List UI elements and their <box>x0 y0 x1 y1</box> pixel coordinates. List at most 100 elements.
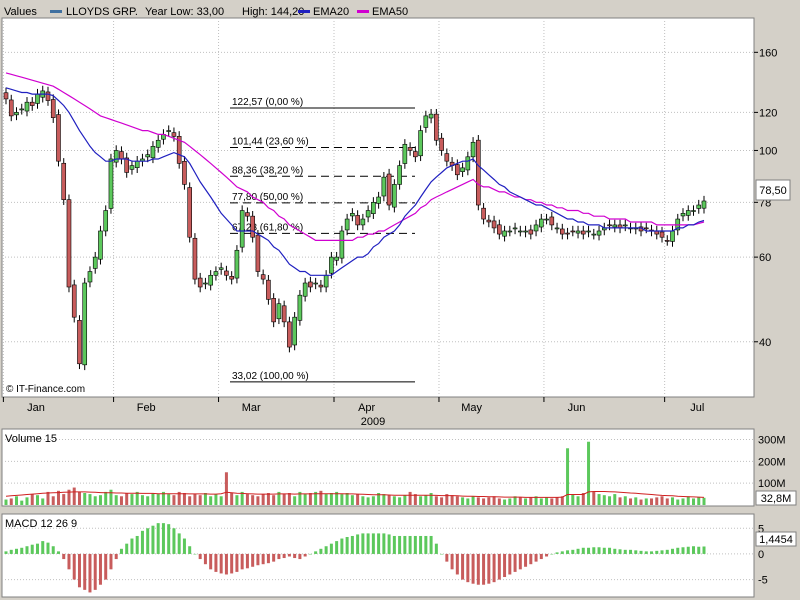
volume-bar <box>660 496 664 505</box>
ema50-legend: EMA50 <box>372 6 408 18</box>
macd-bar <box>67 553 71 570</box>
macd-bar <box>524 553 528 567</box>
volume-bar <box>30 494 34 505</box>
candle-up <box>213 271 219 276</box>
candle-down <box>439 137 444 151</box>
volume-bar <box>550 498 554 505</box>
volume-bar <box>251 495 255 505</box>
macd-bar <box>293 553 297 559</box>
macd-bar <box>77 553 81 588</box>
macd-bar <box>282 553 286 559</box>
macd-bar <box>177 533 181 554</box>
volume-bar <box>545 497 549 505</box>
candle-up <box>103 210 109 232</box>
macd-bar <box>261 553 265 565</box>
candle-down <box>580 230 586 235</box>
x-month-label: Mar <box>242 402 261 414</box>
volume-bar <box>387 495 391 505</box>
candle-up <box>591 233 597 236</box>
candle-up <box>166 130 171 132</box>
volume-bar <box>466 498 470 505</box>
legend: Values LLOYDS GRP. Year Low: 33,00 High:… <box>4 6 408 18</box>
candle-down <box>71 284 77 318</box>
ema20-swatch <box>298 10 310 13</box>
macd-bar <box>20 547 24 554</box>
macd-bar <box>88 553 92 593</box>
volume-bar <box>261 494 265 505</box>
macd-bar <box>240 553 244 570</box>
volume-bar <box>14 496 18 505</box>
candle-down <box>355 215 360 226</box>
macd-bar <box>104 553 108 580</box>
candle-down <box>29 101 35 106</box>
macd-bar <box>41 541 45 554</box>
macd-bar <box>618 549 622 554</box>
volume-bar <box>366 497 370 505</box>
volume-bar <box>403 495 407 505</box>
macd-bar <box>72 553 76 580</box>
macd-bar <box>14 548 18 554</box>
macd-bar <box>608 547 612 554</box>
candle-down <box>565 232 570 235</box>
volume-bar <box>20 500 24 505</box>
macd-bar <box>482 553 486 585</box>
volume-bar <box>329 493 333 505</box>
candle-up <box>392 184 397 208</box>
candle-down <box>308 281 313 288</box>
volume-bar <box>497 498 501 505</box>
candle-up <box>685 210 691 216</box>
volume-y-axis: 100M 200M 300M <box>758 435 786 491</box>
values-label: Values <box>4 6 37 18</box>
candle-down <box>413 151 418 158</box>
candle-up <box>344 218 350 231</box>
macd-bar <box>392 535 396 554</box>
macd-bar <box>319 548 323 554</box>
candle-down <box>56 114 61 162</box>
macd-bar <box>571 549 575 554</box>
candle-down <box>318 284 324 288</box>
volume-bar <box>245 494 249 505</box>
candle-down <box>119 151 124 160</box>
macd-bar <box>30 544 34 554</box>
macd-bar <box>366 533 370 554</box>
macd-bar <box>340 538 344 554</box>
macd-bar <box>634 550 638 554</box>
candle-down <box>182 160 187 185</box>
volume-y-tick-label: 100M <box>758 478 786 490</box>
macd-bar <box>403 535 407 554</box>
volume-bar <box>597 494 601 505</box>
macd-bar <box>445 553 449 562</box>
macd-bar <box>660 550 664 554</box>
candle-up <box>113 150 119 163</box>
volume-bar <box>219 496 223 505</box>
macd-bar <box>529 553 533 565</box>
macd-bar <box>130 538 134 554</box>
macd-bar <box>545 553 549 557</box>
volume-bar <box>104 491 108 505</box>
chart-root: 122,57 (0,00 %) 101,44 (23,60 %) 88,36 (38… <box>1 6 797 598</box>
macd-bar <box>555 552 559 554</box>
x-month-label: May <box>461 402 482 414</box>
candle-up <box>360 218 366 226</box>
candle-up <box>470 141 476 158</box>
volume-bar <box>272 495 276 505</box>
x-month-label: Jun <box>568 402 586 414</box>
x-year-label: 2009 <box>361 416 385 428</box>
macd-bar <box>314 551 318 554</box>
volume-y-tick-label: 200M <box>758 456 786 468</box>
candle-down <box>476 139 481 206</box>
volume-bar <box>434 496 438 505</box>
x-axis: 2009 Jan Feb Mar Apr May Jun Jul <box>2 397 704 428</box>
candle-down <box>486 219 492 223</box>
macd-bar <box>345 536 349 554</box>
volume-bar <box>587 441 591 505</box>
candle-down <box>407 147 413 151</box>
candle-up <box>313 282 318 285</box>
volume-bar <box>681 498 685 505</box>
x-month-label: Jul <box>690 402 704 414</box>
macd-bar <box>198 553 202 560</box>
volume-bar <box>230 493 234 505</box>
macd-bar <box>686 546 690 554</box>
candle-up <box>19 108 25 111</box>
macd-bar <box>424 535 428 554</box>
